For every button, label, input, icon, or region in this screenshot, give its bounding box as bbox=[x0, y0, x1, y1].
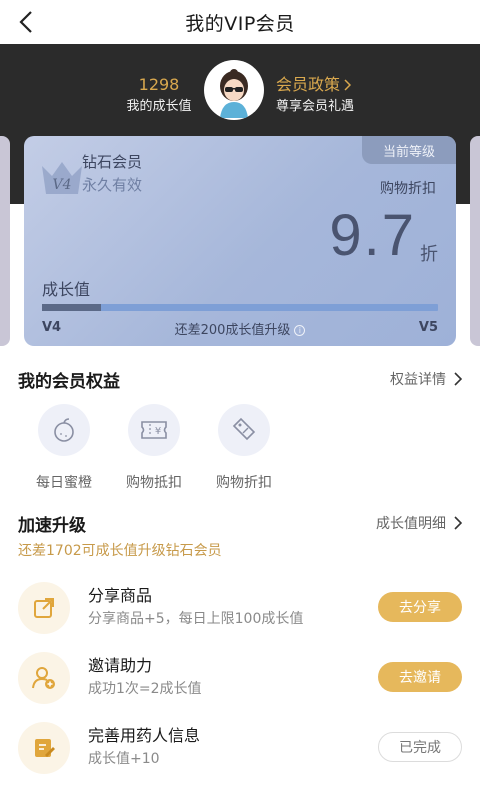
prev-level-card[interactable] bbox=[0, 136, 10, 346]
task-description: 成长值+10 bbox=[88, 751, 160, 767]
edit-document-icon bbox=[35, 739, 55, 757]
task-description: 成功1次=2成长值 bbox=[88, 681, 202, 697]
info-icon[interactable]: i bbox=[294, 325, 306, 336]
benefits-title: 我的会员权益 bbox=[18, 371, 120, 392]
task-complete-patient-info: 完善用药人信息 成长值+10 已完成 bbox=[18, 718, 462, 778]
level-card[interactable]: 当前等级 V4 钻石会员 永久有效 购物折扣 9.7 折 成长值 V4 还差20… bbox=[24, 136, 456, 346]
discount-tag-icon bbox=[232, 417, 256, 441]
discount-value: 9.7 bbox=[329, 203, 416, 268]
discount-label: 购物折扣 bbox=[380, 181, 436, 197]
invite-user-icon bbox=[32, 667, 55, 689]
chevron-right-icon bbox=[454, 372, 462, 386]
page-title: 我的VIP会员 bbox=[185, 12, 295, 35]
benefits-header: 我的会员权益 权益详情 bbox=[18, 367, 462, 392]
coupon-yuan-icon: ¥ bbox=[141, 421, 167, 439]
level-validity: 永久有效 bbox=[82, 176, 143, 194]
growth-progress-fill bbox=[42, 304, 102, 311]
completed-button[interactable]: 已完成 bbox=[378, 732, 462, 762]
growth-detail-link[interactable]: 成长值明细 bbox=[376, 513, 462, 533]
benefit-label: 购物抵扣 bbox=[126, 475, 182, 491]
growth-detail-label: 成长值明细 bbox=[376, 516, 446, 532]
svg-text:V4: V4 bbox=[52, 177, 71, 193]
chevron-right-icon bbox=[454, 516, 462, 530]
upgrade-tip: 还差200成长值升级 i bbox=[24, 319, 456, 338]
benefit-shopping-deduction[interactable]: ¥ 购物抵扣 bbox=[114, 404, 194, 492]
discount-unit: 折 bbox=[420, 244, 438, 265]
member-policy-link[interactable]: 会员政策 尊享会员礼遇 bbox=[276, 74, 386, 118]
chevron-right-icon bbox=[344, 79, 352, 91]
benefits-detail-link[interactable]: 权益详情 bbox=[390, 369, 462, 389]
upgrade-tip-text: 还差200成长值升级 bbox=[174, 323, 291, 338]
accelerate-header: 加速升级 成长值明细 bbox=[18, 511, 462, 536]
benefit-label: 每日蜜橙 bbox=[36, 475, 92, 491]
benefits-list: 每日蜜橙 ¥ 购物抵扣 购物折扣 bbox=[24, 404, 324, 494]
back-button[interactable] bbox=[10, 6, 42, 38]
to-level: V5 bbox=[418, 320, 438, 335]
card-growth-label: 成长值 bbox=[42, 280, 91, 299]
policy-subtitle: 尊享会员礼遇 bbox=[276, 99, 355, 114]
task-description: 分享商品+5，每日上限100成长值 bbox=[88, 611, 304, 627]
svg-text:¥: ¥ bbox=[155, 426, 161, 437]
current-level-badge: 当前等级 bbox=[362, 136, 456, 164]
benefit-label: 购物折扣 bbox=[216, 475, 272, 491]
growth-progress-bar bbox=[42, 304, 438, 311]
growth-value-stat[interactable]: 1298 我的成长值 bbox=[118, 74, 200, 118]
avatar-illustration-icon bbox=[220, 69, 248, 118]
chevron-left-icon bbox=[19, 11, 32, 33]
level-name: 钻石会员 bbox=[82, 153, 143, 171]
task-invite: 邀请助力 成功1次=2成长值 去邀请 bbox=[18, 648, 462, 708]
crown-icon: V4 bbox=[42, 162, 82, 194]
accelerate-title: 加速升级 bbox=[18, 515, 86, 536]
next-level-card[interactable] bbox=[470, 136, 480, 346]
orange-icon bbox=[54, 418, 74, 442]
benefits-detail-label: 权益详情 bbox=[390, 372, 446, 388]
growth-value-number: 1298 bbox=[138, 75, 180, 94]
share-button[interactable]: 去分享 bbox=[378, 592, 462, 622]
policy-title: 会员政策 bbox=[276, 75, 341, 94]
nav-bar: 我的VIP会员 bbox=[0, 0, 480, 44]
accelerate-tip: 还差1702可成长值升级钻石会员 bbox=[18, 543, 222, 559]
growth-value-label: 我的成长值 bbox=[126, 99, 192, 114]
benefit-daily-orange[interactable]: 每日蜜橙 bbox=[24, 404, 104, 492]
task-share-product: 分享商品 分享商品+5，每日上限100成长值 去分享 bbox=[18, 578, 462, 638]
task-title: 完善用药人信息 bbox=[88, 726, 201, 745]
invite-button[interactable]: 去邀请 bbox=[378, 662, 462, 692]
avatar[interactable] bbox=[204, 60, 264, 120]
share-icon bbox=[34, 598, 54, 618]
task-title: 分享商品 bbox=[88, 586, 153, 605]
task-title: 邀请助力 bbox=[88, 656, 153, 675]
benefit-shopping-discount[interactable]: 购物折扣 bbox=[204, 404, 284, 492]
